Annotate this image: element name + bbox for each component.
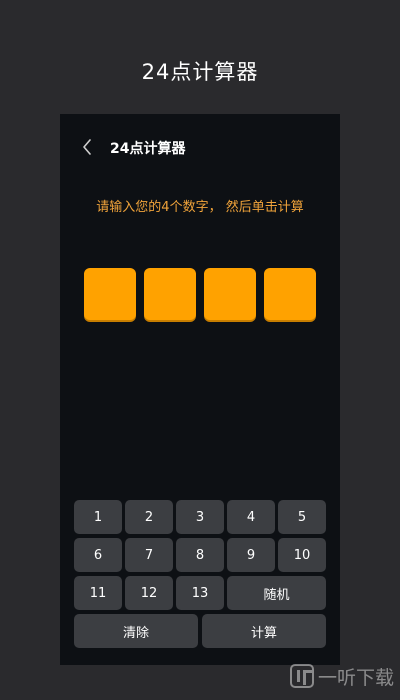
- number-slot-3[interactable]: [204, 268, 256, 320]
- watermark-text: 一听下载: [317, 666, 394, 689]
- watermark: 一听下载: [289, 662, 394, 690]
- key-2[interactable]: 2: [125, 500, 173, 534]
- key-13[interactable]: 13: [176, 576, 224, 610]
- key-6[interactable]: 6: [74, 538, 122, 572]
- keypad-row-1: 1 2 3 4 5: [74, 500, 326, 534]
- random-button[interactable]: 随机: [227, 576, 326, 610]
- key-5[interactable]: 5: [278, 500, 326, 534]
- key-4[interactable]: 4: [227, 500, 275, 534]
- app-title: 24点计算器: [110, 141, 186, 157]
- key-12[interactable]: 12: [125, 576, 173, 610]
- instruction-text: 请输入您的4个数字， 然后单击计算: [96, 200, 304, 215]
- number-slot-2[interactable]: [144, 268, 196, 320]
- screenshot-canvas: 24点计算器 24点计算器 请输入您的4个数字， 然后单击计算 1 2 3 4: [0, 0, 400, 700]
- key-9[interactable]: 9: [227, 538, 275, 572]
- key-8[interactable]: 8: [176, 538, 224, 572]
- keypad-row-4: 清除 计算: [74, 614, 326, 648]
- key-7[interactable]: 7: [125, 538, 173, 572]
- clear-button[interactable]: 清除: [74, 614, 198, 648]
- app-screen: 24点计算器 请输入您的4个数字， 然后单击计算 1 2 3 4 5 6 7 8…: [60, 114, 340, 665]
- number-slot-4[interactable]: [264, 268, 316, 320]
- app-header: 24点计算器: [60, 114, 340, 178]
- key-10[interactable]: 10: [278, 538, 326, 572]
- promo-title: 24点计算器: [141, 60, 259, 84]
- watermark-logo-icon: [289, 664, 314, 688]
- back-button[interactable]: [78, 136, 96, 158]
- key-3[interactable]: 3: [176, 500, 224, 534]
- keypad-row-3: 11 12 13 随机: [74, 576, 326, 610]
- number-slot-1[interactable]: [84, 268, 136, 320]
- calculate-button[interactable]: 计算: [202, 614, 326, 648]
- number-slots: [84, 268, 316, 320]
- keypad-row-2: 6 7 8 9 10: [74, 538, 326, 572]
- chevron-left-icon: [83, 139, 91, 155]
- key-1[interactable]: 1: [74, 500, 122, 534]
- keypad: 1 2 3 4 5 6 7 8 9 10 11 12 13 随机 清除 计算: [74, 500, 326, 652]
- key-11[interactable]: 11: [74, 576, 122, 610]
